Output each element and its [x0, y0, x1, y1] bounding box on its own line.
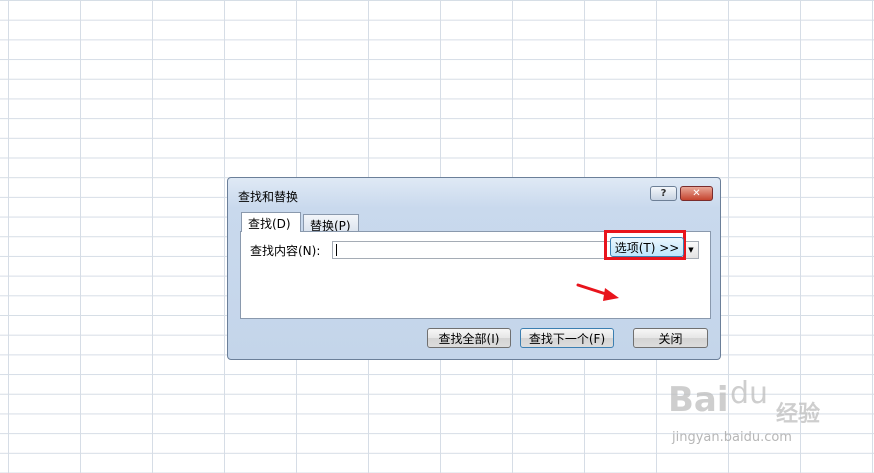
close-icon: ✕ [692, 188, 701, 199]
dialog-title: 查找和替换 [238, 190, 299, 204]
tab-find[interactable]: 查找(D) [241, 212, 301, 232]
close-button[interactable]: 关闭 [633, 328, 708, 348]
find-replace-dialog: 查找和替换 ? ✕ 查找(D) 替换(P) 查找内容(N): ▼ 选项(T) >… [227, 177, 721, 360]
baidu-jingyan-watermark: Bai du 经验 jingyan.baidu.com [668, 372, 868, 452]
watermark-name: 经验 [776, 402, 821, 427]
help-icon: ? [660, 188, 667, 199]
watermark-paw-logo: du [730, 376, 769, 411]
watermark-url: jingyan.baidu.com [672, 430, 792, 445]
dialog-titlebar[interactable]: 查找和替换 ? ✕ [228, 178, 720, 210]
help-button[interactable]: ? [650, 186, 677, 201]
tab-replace[interactable]: 替换(P) [303, 214, 359, 233]
text-caret [336, 244, 337, 256]
find-next-button[interactable]: 查找下一个(F) [520, 328, 614, 348]
find-what-label: 查找内容(N): [250, 244, 321, 258]
find-all-button[interactable]: 查找全部(I) [427, 328, 511, 348]
chevron-down-icon: ▼ [688, 246, 694, 254]
red-arrow-annotation [576, 283, 619, 301]
close-window-button[interactable]: ✕ [680, 186, 713, 201]
options-button[interactable]: 选项(T) >> [610, 237, 684, 257]
watermark-logo-text: Bai [668, 380, 729, 420]
